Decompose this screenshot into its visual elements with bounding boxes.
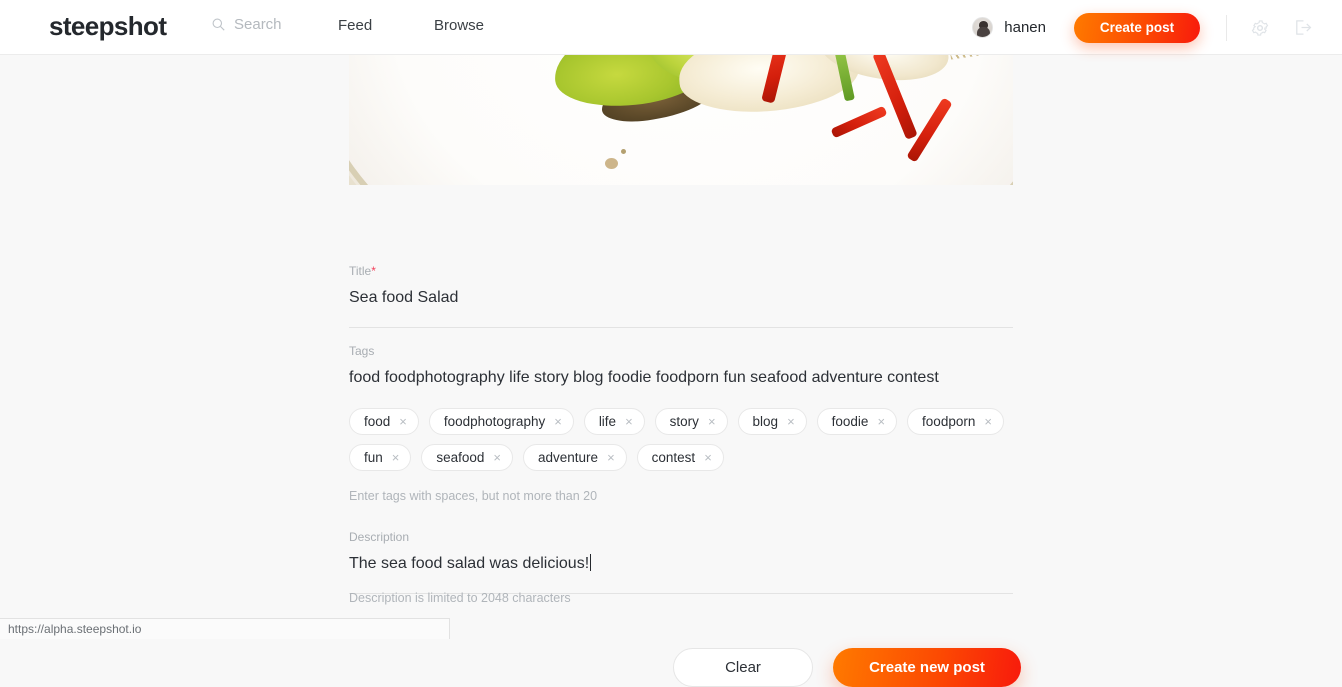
post-image-preview[interactable] xyxy=(349,55,1013,185)
remove-tag-icon[interactable]: × xyxy=(607,451,615,464)
search-input[interactable]: Search xyxy=(212,16,282,33)
tag-chip[interactable]: seafood× xyxy=(421,444,513,471)
status-bar-url: https://alpha.steepshot.io xyxy=(0,618,450,639)
remove-tag-icon[interactable]: × xyxy=(399,415,407,428)
form-actions: Clear Create new post xyxy=(673,648,1021,687)
description-value: The sea food salad was delicious! xyxy=(349,555,589,572)
tag-chip[interactable]: fun× xyxy=(349,444,411,471)
search-icon xyxy=(212,18,225,31)
create-post-button[interactable]: Create post xyxy=(1074,13,1200,43)
tags-hint: Enter tags with spaces, but not more tha… xyxy=(349,489,597,503)
tags-field[interactable]: Tags food foodphotography life story blo… xyxy=(349,344,1013,388)
description-field[interactable]: Description The sea food salad was delic… xyxy=(349,530,1013,594)
tags-value[interactable]: food foodphotography life story blog foo… xyxy=(349,368,1013,388)
remove-tag-icon[interactable]: × xyxy=(708,415,716,428)
remove-tag-icon[interactable]: × xyxy=(704,451,712,464)
tag-chip-list: food× foodphotography× life× story× blog… xyxy=(349,408,1039,471)
avatar[interactable] xyxy=(972,17,993,38)
remove-tag-icon[interactable]: × xyxy=(625,415,633,428)
remove-tag-icon[interactable]: × xyxy=(493,451,501,464)
tag-chip[interactable]: life× xyxy=(584,408,645,435)
brand-logo[interactable]: steepshot xyxy=(49,11,166,42)
remove-tag-icon[interactable]: × xyxy=(984,415,992,428)
tag-chip[interactable]: foodporn× xyxy=(907,408,1004,435)
gear-icon[interactable] xyxy=(1251,19,1269,37)
tag-chip[interactable]: adventure× xyxy=(523,444,627,471)
remove-tag-icon[interactable]: × xyxy=(392,451,400,464)
header-divider xyxy=(1226,15,1227,41)
description-label: Description xyxy=(349,530,1013,544)
search-placeholder: Search xyxy=(234,16,282,33)
tag-chip[interactable]: food× xyxy=(349,408,419,435)
remove-tag-icon[interactable]: × xyxy=(787,415,795,428)
clear-button[interactable]: Clear xyxy=(673,648,813,687)
logout-icon[interactable] xyxy=(1293,18,1312,37)
nav-item-feed[interactable]: Feed xyxy=(338,17,372,34)
tag-chip[interactable]: blog× xyxy=(738,408,807,435)
tags-label: Tags xyxy=(349,344,1013,358)
description-hint: Description is limited to 2048 character… xyxy=(349,591,571,605)
header-user-area: hanen Create post xyxy=(972,0,1342,55)
title-label: Title* xyxy=(349,264,1013,278)
tag-chip[interactable]: contest× xyxy=(637,444,724,471)
create-new-post-button[interactable]: Create new post xyxy=(833,648,1021,687)
title-value[interactable]: Sea food Salad xyxy=(349,288,1013,308)
food-photo xyxy=(349,55,1013,185)
remove-tag-icon[interactable]: × xyxy=(877,415,885,428)
text-caret xyxy=(590,554,591,571)
title-field[interactable]: Title* Sea food Salad xyxy=(349,264,1013,328)
app-header: steepshot Search Feed Browse hanen Creat… xyxy=(0,0,1342,55)
remove-tag-icon[interactable]: × xyxy=(554,415,562,428)
title-underline xyxy=(349,327,1013,328)
nav-item-browse[interactable]: Browse xyxy=(434,17,484,34)
tag-chip[interactable]: foodphotography× xyxy=(429,408,574,435)
tag-chip[interactable]: story× xyxy=(655,408,728,435)
tag-chip[interactable]: foodie× xyxy=(817,408,897,435)
description-value-wrap[interactable]: The sea food salad was delicious! xyxy=(349,554,1013,574)
required-asterisk: * xyxy=(371,264,376,278)
username-label[interactable]: hanen xyxy=(1004,19,1046,36)
